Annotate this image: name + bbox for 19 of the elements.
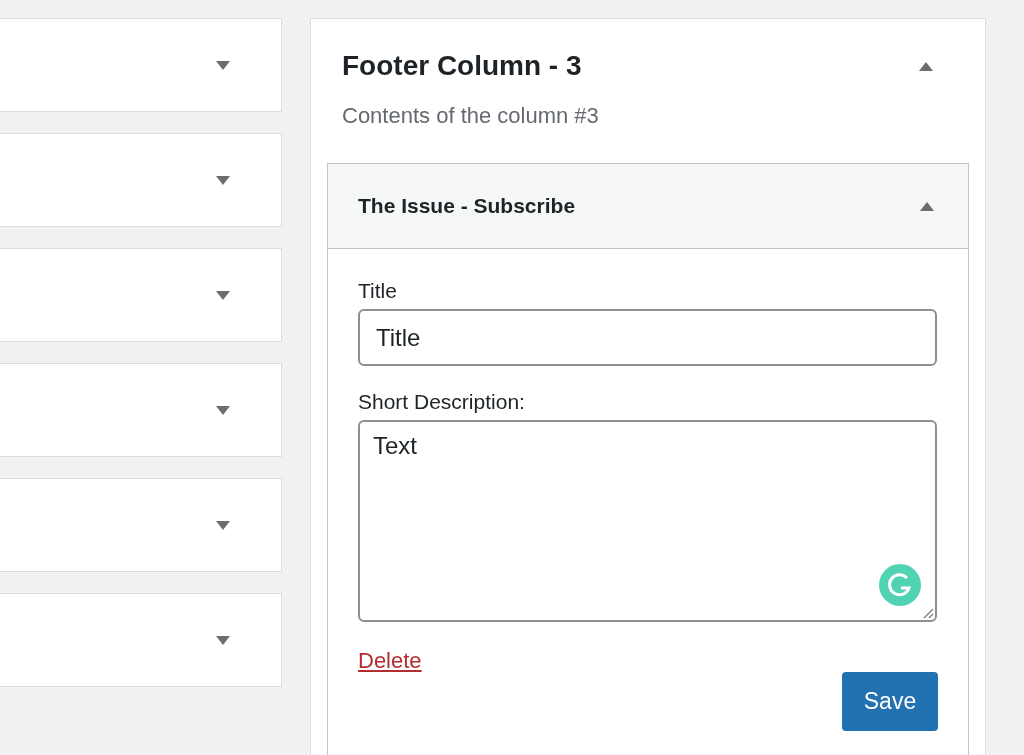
delete-link[interactable]: Delete [358, 648, 422, 674]
expand-arrow-icon[interactable] [216, 60, 230, 70]
widget-header[interactable]: The Issue - Subscribe [328, 164, 968, 249]
expand-arrow-icon[interactable] [216, 520, 230, 530]
expand-arrow-icon[interactable] [216, 405, 230, 415]
title-field[interactable]: Title [358, 309, 937, 366]
expand-arrow-icon[interactable] [216, 290, 230, 300]
collapse-arrow-icon[interactable] [919, 61, 933, 71]
expand-arrow-icon[interactable] [216, 635, 230, 645]
description-field[interactable]: Text [358, 420, 937, 622]
field-label: Title [358, 279, 398, 303]
collapse-arrow-icon[interactable] [920, 201, 934, 211]
expand-arrow-icon[interactable] [216, 175, 230, 185]
save-button[interactable]: Save [842, 672, 938, 731]
widget-title: The Issue - Subscribe [358, 194, 576, 218]
panel-description: Contents of the column #3 [341, 103, 600, 129]
field-label: Short Description: [358, 390, 526, 414]
panel-title: Footer Column - 3 [342, 50, 582, 82]
resize-handle-icon[interactable] [922, 607, 934, 619]
